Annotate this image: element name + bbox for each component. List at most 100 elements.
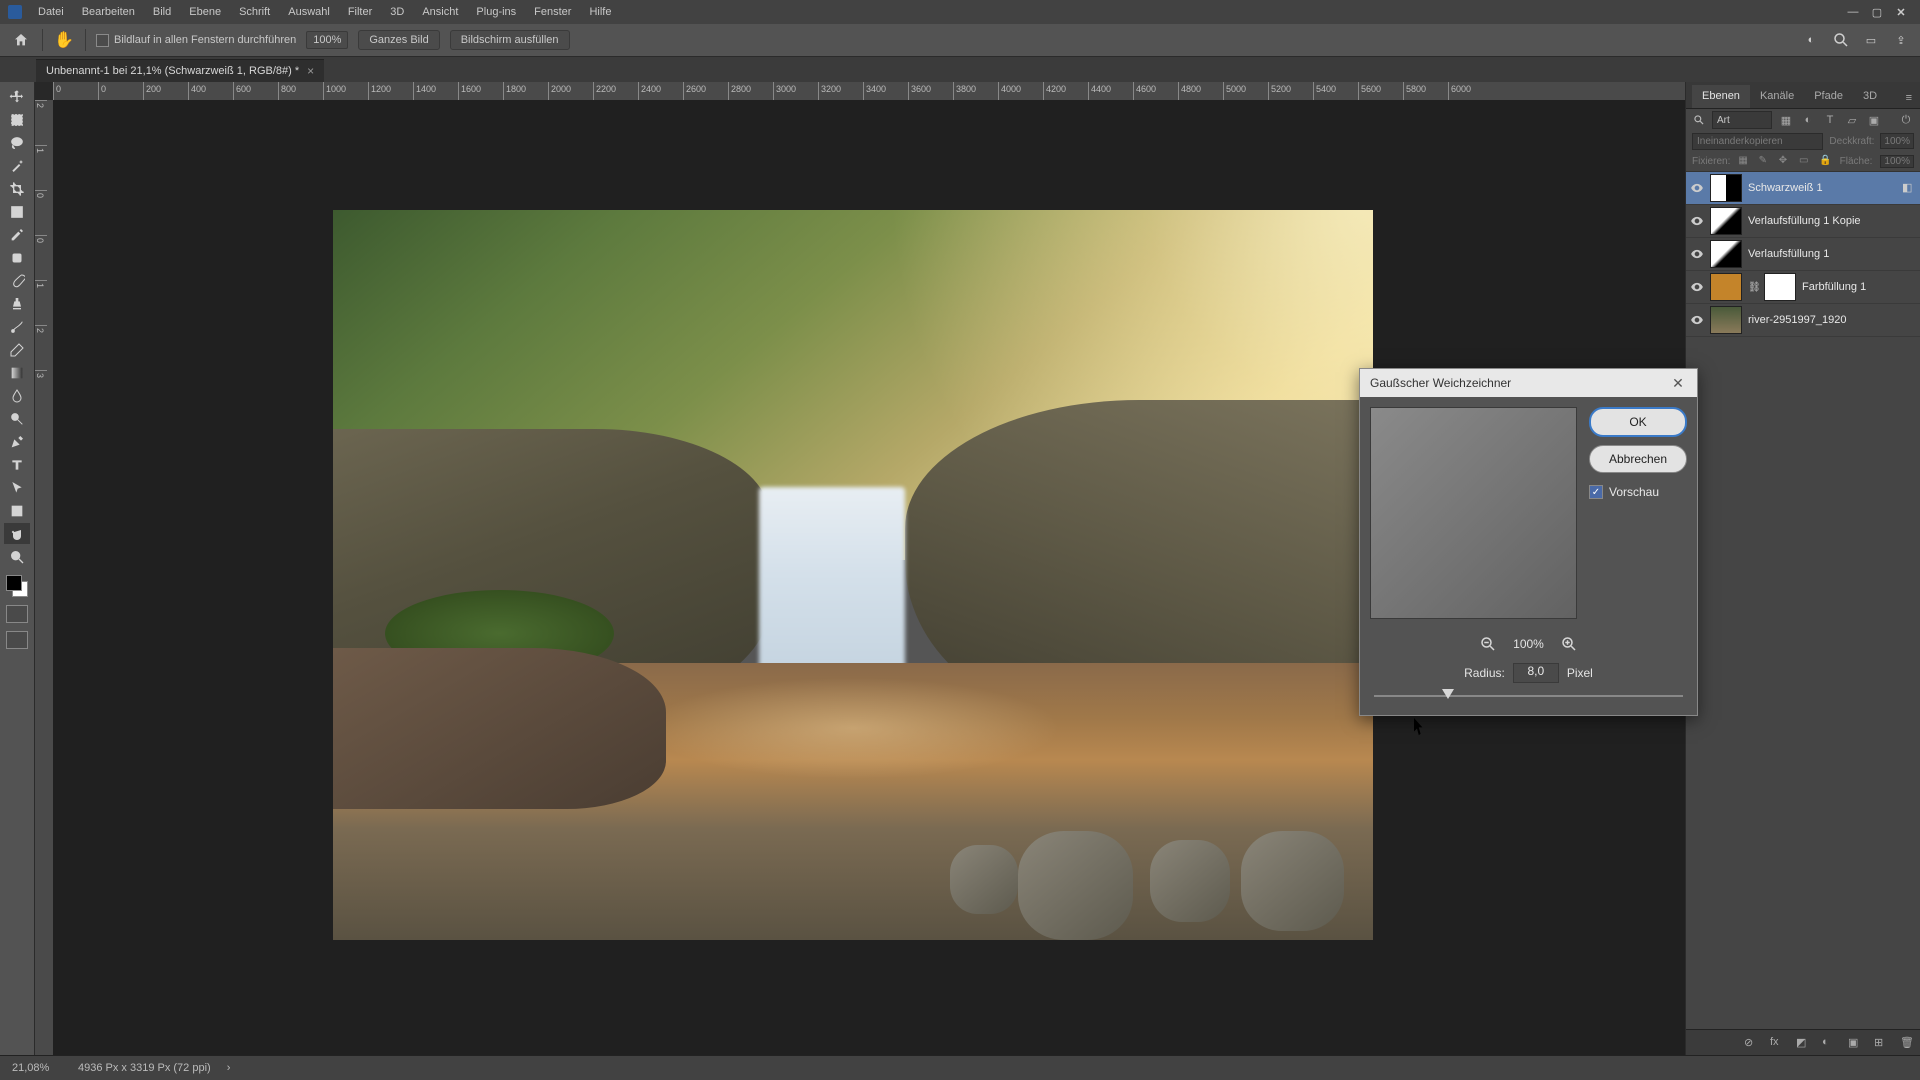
tab-close-icon[interactable]: × [307, 64, 314, 78]
filter-toggle-icon[interactable]: ⏻ [1898, 112, 1914, 128]
vertical-ruler[interactable]: 2100123 [35, 100, 54, 1056]
menu-bild[interactable]: Bild [145, 3, 179, 21]
filter-smart-icon[interactable]: ▣ [1866, 112, 1882, 128]
tab-pfade[interactable]: Pfade [1804, 85, 1853, 108]
gradient-tool[interactable] [4, 362, 30, 383]
fit-image-button[interactable]: Ganzes Bild [358, 30, 439, 50]
menu-ansicht[interactable]: Ansicht [414, 3, 466, 21]
marquee-tool[interactable] [4, 109, 30, 130]
radius-slider[interactable] [1374, 687, 1683, 705]
blur-tool[interactable] [4, 385, 30, 406]
layer-thumbnail[interactable] [1710, 306, 1742, 334]
horizontal-ruler[interactable]: 0020040060080010001200140016001800200022… [53, 82, 1685, 101]
dodge-tool[interactable] [4, 408, 30, 429]
mask-thumbnail[interactable] [1764, 273, 1796, 301]
layer-row[interactable]: Schwarzweiß 1 ◧ [1686, 172, 1920, 205]
healing-brush-tool[interactable] [4, 247, 30, 268]
layer-thumbnail[interactable] [1710, 240, 1742, 268]
workspace-icon[interactable]: ▭ [1862, 31, 1880, 49]
layer-name[interactable]: Farbfüllung 1 [1802, 281, 1916, 293]
visibility-toggle-icon[interactable] [1690, 313, 1704, 327]
menu-schrift[interactable]: Schrift [231, 3, 278, 21]
zoom-value-field[interactable]: 100% [306, 31, 348, 49]
lock-transparency-icon[interactable]: ▦ [1738, 155, 1750, 168]
window-minimize-button[interactable]: — [1842, 3, 1864, 21]
layer-row[interactable]: river-2951997_1920 [1686, 304, 1920, 337]
foreground-color-swatch[interactable] [6, 575, 22, 591]
ok-button[interactable]: OK [1589, 407, 1687, 437]
cancel-button[interactable]: Abbrechen [1589, 445, 1687, 473]
menu-hilfe[interactable]: Hilfe [581, 3, 619, 21]
crop-tool[interactable] [4, 178, 30, 199]
layer-row[interactable]: Verlaufsfüllung 1 Kopie [1686, 205, 1920, 238]
tab-3d[interactable]: 3D [1853, 85, 1887, 108]
color-swatches[interactable] [6, 575, 28, 597]
eyedropper-tool[interactable] [4, 224, 30, 245]
home-button[interactable] [10, 29, 32, 51]
status-chevron-icon[interactable]: › [227, 1062, 231, 1074]
layer-fx-icon[interactable]: fx [1770, 1036, 1784, 1050]
hand-tool-selected[interactable] [4, 523, 30, 544]
filter-search-icon[interactable] [1692, 113, 1706, 127]
tab-ebenen[interactable]: Ebenen [1692, 85, 1750, 108]
frame-tool[interactable] [4, 201, 30, 222]
visibility-toggle-icon[interactable] [1690, 247, 1704, 261]
layer-mask-icon[interactable]: ◩ [1796, 1036, 1810, 1050]
layer-name[interactable]: Verlaufsfüllung 1 [1748, 248, 1916, 260]
lock-paint-icon[interactable]: ✎ [1759, 155, 1771, 168]
layer-thumbnail[interactable] [1710, 174, 1742, 202]
rectangle-tool[interactable] [4, 500, 30, 521]
adjustment-icon[interactable]: ◧ [1902, 181, 1916, 195]
menu-fenster[interactable]: Fenster [526, 3, 579, 21]
layer-name[interactable]: Verlaufsfüllung 1 Kopie [1748, 215, 1916, 227]
new-layer-icon[interactable]: ⊞ [1874, 1036, 1888, 1050]
magic-wand-tool[interactable] [4, 155, 30, 176]
window-restore-button[interactable]: ▢ [1866, 3, 1888, 21]
filter-kind-select[interactable]: Art [1712, 111, 1772, 129]
link-icon[interactable]: ⛓ [1748, 282, 1758, 293]
delete-layer-icon[interactable]: 🗑 [1900, 1036, 1914, 1050]
visibility-toggle-icon[interactable] [1690, 181, 1704, 195]
filter-pixel-icon[interactable]: ▦ [1778, 112, 1794, 128]
visibility-toggle-icon[interactable] [1690, 214, 1704, 228]
lasso-tool[interactable] [4, 132, 30, 153]
opacity-value[interactable]: 100% [1880, 133, 1914, 149]
dialog-titlebar[interactable]: Gaußscher Weichzeichner ✕ [1360, 369, 1697, 397]
artboard[interactable] [333, 210, 1373, 940]
clone-stamp-tool[interactable] [4, 293, 30, 314]
search-icon[interactable] [1832, 31, 1850, 49]
path-selection-tool[interactable] [4, 477, 30, 498]
visibility-toggle-icon[interactable] [1690, 280, 1704, 294]
move-tool[interactable] [4, 86, 30, 107]
screen-mode-button[interactable] [6, 631, 28, 649]
radius-input[interactable]: 8,0 [1513, 663, 1559, 683]
blend-mode-select[interactable]: Ineinanderkopieren [1692, 133, 1823, 150]
window-close-button[interactable]: ✕ [1890, 3, 1912, 21]
layer-name[interactable]: Schwarzweiß 1 [1748, 182, 1896, 194]
link-layers-icon[interactable]: ⊘ [1744, 1036, 1758, 1050]
fill-value[interactable]: 100% [1880, 155, 1914, 168]
zoom-tool[interactable] [4, 546, 30, 567]
cloud-docs-icon[interactable]: ◐ [1802, 31, 1820, 49]
filter-type-icon[interactable]: T [1822, 112, 1838, 128]
slider-thumb-icon[interactable] [1442, 689, 1454, 699]
panel-menu-icon[interactable]: ≡ [1898, 88, 1920, 108]
lock-artboard-icon[interactable]: ▭ [1799, 155, 1811, 168]
lock-position-icon[interactable]: ✥ [1779, 155, 1791, 168]
layer-row[interactable]: ⛓ Farbfüllung 1 [1686, 271, 1920, 304]
menu-3d[interactable]: 3D [382, 3, 412, 21]
layer-thumbnail[interactable] [1710, 207, 1742, 235]
document-tab[interactable]: Unbenannt-1 bei 21,1% (Schwarzweiß 1, RG… [36, 59, 324, 82]
preview-checkbox[interactable]: ✓ Vorschau [1589, 485, 1687, 499]
scroll-all-windows-checkbox[interactable]: Bildlauf in allen Fenstern durchführen [96, 34, 296, 47]
layer-group-icon[interactable]: ▣ [1848, 1036, 1862, 1050]
status-docinfo[interactable]: 4936 Px x 3319 Px (72 ppi) [78, 1062, 211, 1074]
filter-shape-icon[interactable]: ▱ [1844, 112, 1860, 128]
fill-screen-button[interactable]: Bildschirm ausfüllen [450, 30, 570, 50]
menu-filter[interactable]: Filter [340, 3, 380, 21]
pen-tool[interactable] [4, 431, 30, 452]
eraser-tool[interactable] [4, 339, 30, 360]
menu-plugins[interactable]: Plug-ins [468, 3, 524, 21]
zoom-in-button[interactable] [1560, 635, 1578, 653]
layer-thumbnail[interactable] [1710, 273, 1742, 301]
